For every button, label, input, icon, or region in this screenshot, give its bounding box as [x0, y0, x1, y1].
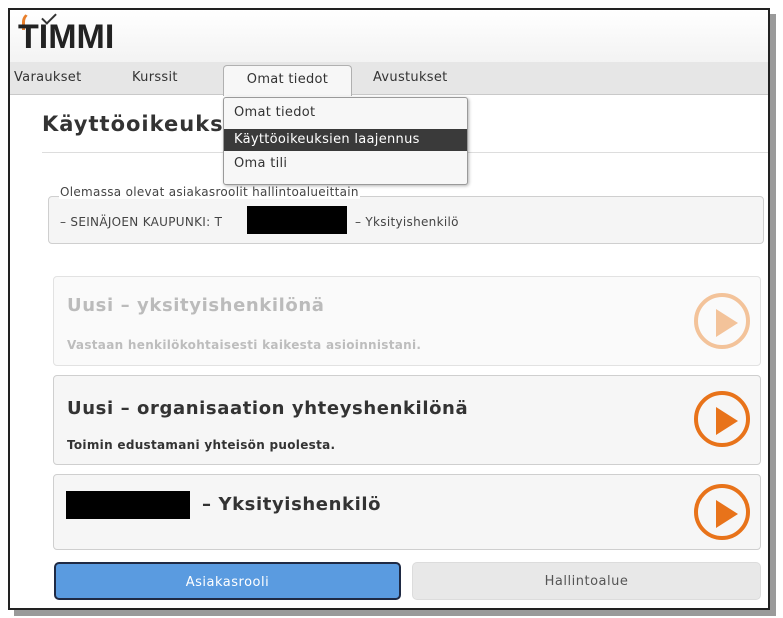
option-subtitle: Toimin edustamani yhteisön puolesta. — [67, 438, 336, 452]
hallintoalue-button[interactable]: Hallintoalue — [412, 562, 761, 600]
play-icon — [694, 293, 750, 349]
option-card-new-organisation-contact[interactable]: Uusi – organisaation yhteyshenkilönä Toi… — [53, 375, 761, 465]
redacted-name-block — [247, 206, 347, 234]
nav-item-kurssit[interactable]: Kurssit — [132, 62, 178, 94]
page-title: Käyttöoikeuks — [42, 112, 224, 136]
existing-role-prefix-char: T — [214, 215, 223, 229]
existing-roles-legend: Olemassa olevat asiakasroolit hallintoal… — [59, 185, 360, 199]
omat-tiedot-dropdown-menu: Omat tiedot Käyttöoikeuksien laajennus O… — [223, 97, 468, 185]
nav-item-avustukset[interactable]: Avustukset — [373, 62, 448, 94]
play-icon[interactable] — [694, 391, 750, 447]
option-title: Uusi – organisaation yhteyshenkilönä — [67, 398, 469, 419]
option-subtitle: Vastaan henkilökohtaisesti kaikesta asio… — [67, 338, 422, 352]
option-card-existing-individual[interactable]: – Yksityishenkilö — [53, 474, 761, 550]
redacted-name-block — [66, 491, 190, 519]
menu-item-omat-tiedot[interactable]: Omat tiedot — [224, 102, 467, 124]
existing-role-row: – SEINÄJOEN KAUPUNKI: T — [60, 215, 222, 229]
option-card-new-individual: Uusi – yksityishenkilönä Vastaan henkilö… — [53, 276, 761, 366]
menu-item-oma-tili[interactable]: Oma tili — [224, 153, 467, 175]
play-icon[interactable] — [694, 484, 750, 540]
nav-item-omat-tiedot[interactable]: Omat tiedot — [223, 65, 352, 96]
asiakasrooli-button[interactable]: Asiakasrooli — [54, 562, 401, 600]
app-logo[interactable]: TIMMI — [18, 18, 114, 57]
menu-item-kayttooikeuksien-laajennus[interactable]: Käyttöoikeuksien laajennus — [224, 129, 467, 151]
existing-role-prefix: – SEINÄJOEN KAUPUNKI: — [60, 215, 215, 229]
main-nav: Varaukset Kurssit Omat tiedot Avustukset — [10, 62, 768, 96]
option-title: – Yksityishenkilö — [202, 494, 382, 515]
option-title: Uusi – yksityishenkilönä — [67, 295, 325, 316]
existing-role-suffix: – Yksityishenkilö — [355, 215, 459, 229]
logo-bar: TIMMI — [10, 10, 768, 62]
app-window: TIMMI Varaukset Kurssit Omat tiedot Avus… — [8, 8, 770, 610]
nav-item-varaukset[interactable]: Varaukset — [14, 62, 82, 94]
